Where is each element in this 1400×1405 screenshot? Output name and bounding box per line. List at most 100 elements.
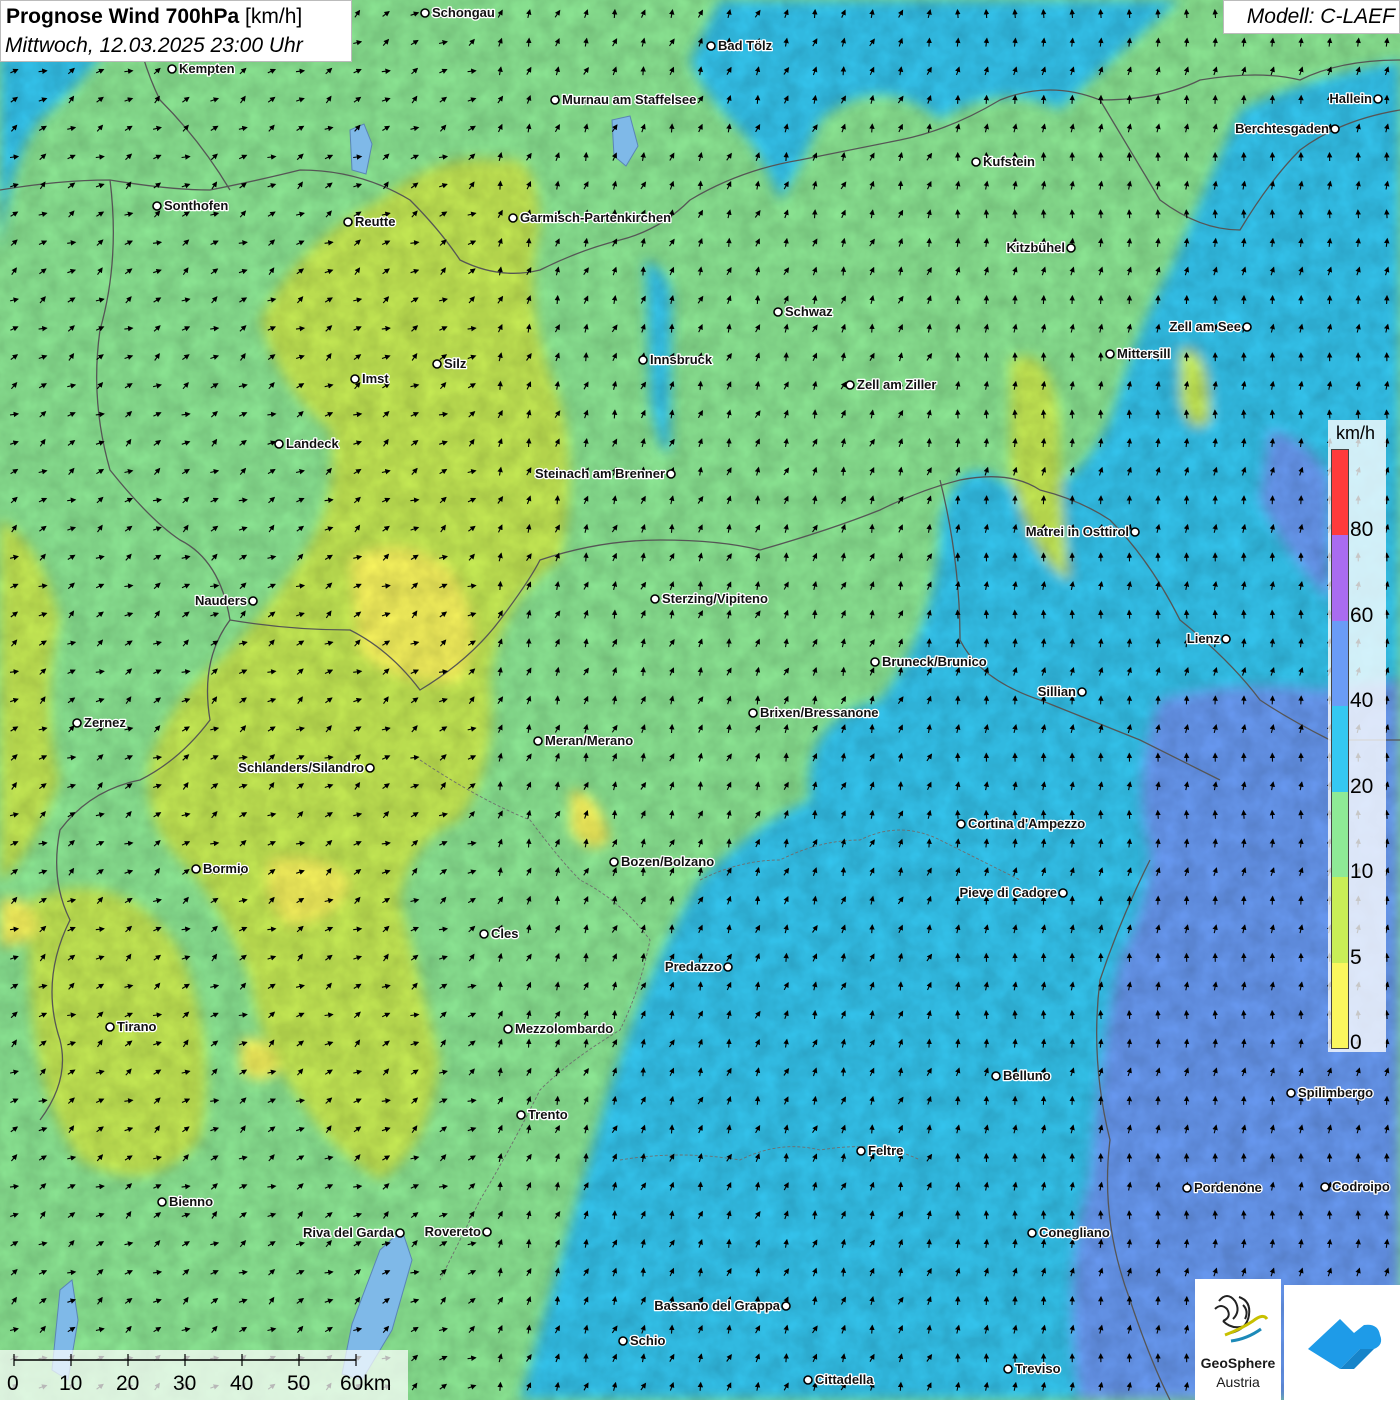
wind-forecast-map: SchongauBad TölzKemptenMurnau am Staffel… <box>0 0 1400 1400</box>
city-dot <box>73 719 81 727</box>
city-dot <box>483 1228 491 1236</box>
city-dot <box>1243 323 1251 331</box>
wind-arrow <box>1158 1011 1159 1019</box>
wind-arrow <box>1158 10 1159 18</box>
wind-arrow <box>643 1068 644 1076</box>
city-marker: Zell am See <box>1169 319 1251 334</box>
city-dot <box>153 202 161 210</box>
wind-arrow <box>1043 611 1044 619</box>
legend-tick-label: 5 <box>1350 946 1362 970</box>
color-legend: km/h 806040201050 <box>1328 420 1386 1052</box>
wind-arrow <box>1244 210 1245 218</box>
wind-arrow <box>900 182 901 190</box>
city-label: Murnau am Staffelsee <box>562 92 696 107</box>
legend-segment <box>1332 792 1348 877</box>
city-marker: Pieve di Cadore <box>959 885 1067 900</box>
wind-arrow <box>1186 811 1187 819</box>
wind-arrow <box>958 410 959 418</box>
wind-arrow <box>500 582 501 590</box>
wind-arrow <box>757 897 758 905</box>
wind-arrow <box>986 1011 987 1019</box>
wind-arrow <box>700 982 701 990</box>
city-dot <box>1131 528 1139 536</box>
wind-arrow <box>815 410 816 418</box>
wind-arrow <box>1272 410 1273 418</box>
wind-arrow <box>1244 1011 1245 1019</box>
city-label: Silz <box>444 356 467 371</box>
wind-arrow <box>586 153 587 161</box>
wind-arrow <box>1358 210 1359 218</box>
wind-arrow <box>1215 811 1216 819</box>
city-label: Schwaz <box>785 304 833 319</box>
legend-segment <box>1332 963 1348 1048</box>
wind-arrow <box>1158 410 1159 418</box>
wind-arrow <box>586 954 587 962</box>
wind-arrow <box>1272 1011 1273 1019</box>
wind-arrow <box>900 1183 901 1191</box>
wind-arrow <box>958 1211 959 1219</box>
city-label: Belluno <box>1003 1068 1051 1083</box>
wind-arrow <box>614 1211 615 1219</box>
city-label: Cittadella <box>815 1372 874 1387</box>
wind-arrow <box>1129 1211 1130 1219</box>
city-label: Cortina d'Ampezzo <box>968 816 1085 831</box>
geosphere-country: Austria <box>1195 1374 1281 1390</box>
wind-arrow <box>700 382 701 390</box>
wind-arrow <box>986 1211 987 1219</box>
wind-arrow <box>643 868 644 876</box>
wind-arrow <box>1186 210 1187 218</box>
city-label: Bienno <box>169 1194 213 1209</box>
wind-arrow <box>1043 1011 1044 1019</box>
map-title-main: Prognose Wind 700hPa <box>6 5 239 28</box>
wind-arrow <box>958 611 959 619</box>
legend-tick-label: 10 <box>1350 860 1373 884</box>
city-dot <box>1106 350 1114 358</box>
wind-arrow <box>1329 1211 1330 1219</box>
wind-arrow <box>586 553 587 561</box>
wind-arrow <box>1329 410 1330 418</box>
wind-arrow <box>529 1040 530 1048</box>
wind-arrow <box>1329 210 1330 218</box>
wind-arrow <box>1301 1211 1302 1219</box>
city-dot <box>724 963 732 971</box>
city-marker: Garmisch-Partenkirchen <box>509 210 671 225</box>
city-marker: Zell am Ziller <box>846 377 936 392</box>
wind-arrow <box>1244 611 1245 619</box>
wind-arrow <box>929 839 930 847</box>
wind-arrow <box>529 639 530 647</box>
city-dot <box>480 930 488 938</box>
wind-arrow <box>643 67 644 75</box>
city-dot <box>619 1337 627 1345</box>
wind-arrow <box>1015 611 1016 619</box>
city-label: Lienz <box>1187 631 1221 646</box>
wind-arrow <box>843 67 844 75</box>
city-label: Predazzo <box>665 959 722 974</box>
wind-arrow <box>843 1268 844 1276</box>
wind-arrow <box>729 839 730 847</box>
wind-arrow <box>1015 210 1016 218</box>
city-dot <box>1374 95 1382 103</box>
wind-arrow <box>1387 1011 1388 1019</box>
city-dot <box>846 381 854 389</box>
wind-arrow <box>1101 811 1102 819</box>
wind-arrow <box>1244 410 1245 418</box>
legend-segment <box>1332 450 1348 535</box>
legend-segment <box>1332 706 1348 791</box>
wind-arrow <box>586 353 587 361</box>
city-marker: Codroipo <box>1321 1179 1390 1194</box>
wind-arrow <box>872 124 873 132</box>
wind-arrow <box>1186 1211 1187 1219</box>
city-label: Kufstein <box>983 154 1035 169</box>
city-marker: Bozen/Bolzano <box>610 854 714 869</box>
city-marker: Schongau <box>421 5 495 20</box>
city-label: Schlanders/Silandro <box>238 760 364 775</box>
wind-arrow <box>1186 1011 1187 1019</box>
wind-arrow <box>1158 210 1159 218</box>
city-dot <box>1321 1183 1329 1191</box>
wind-arrow <box>1358 1211 1359 1219</box>
wind-arrow <box>500 1183 501 1191</box>
wind-arrow <box>1387 611 1388 619</box>
city-dot <box>504 1025 512 1033</box>
city-label: Bruneck/Brunico <box>882 654 987 669</box>
wind-arrow <box>700 1183 701 1191</box>
